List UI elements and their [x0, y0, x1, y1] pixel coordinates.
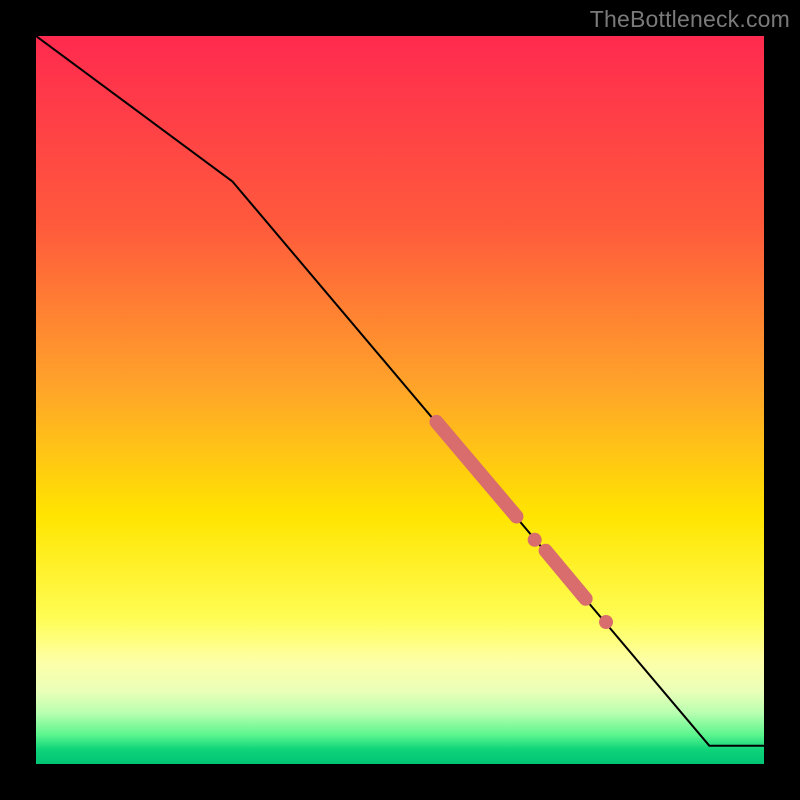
highlight-segment-2	[546, 551, 586, 599]
plot-area	[36, 36, 764, 764]
highlight-segment-1	[436, 422, 516, 517]
watermark-text: TheBottleneck.com	[590, 6, 790, 33]
chart-svg	[36, 36, 764, 764]
main-curve	[36, 36, 764, 746]
highlight-dot-2	[599, 615, 613, 629]
highlight-dot-1	[528, 533, 542, 547]
chart-frame: TheBottleneck.com	[0, 0, 800, 800]
